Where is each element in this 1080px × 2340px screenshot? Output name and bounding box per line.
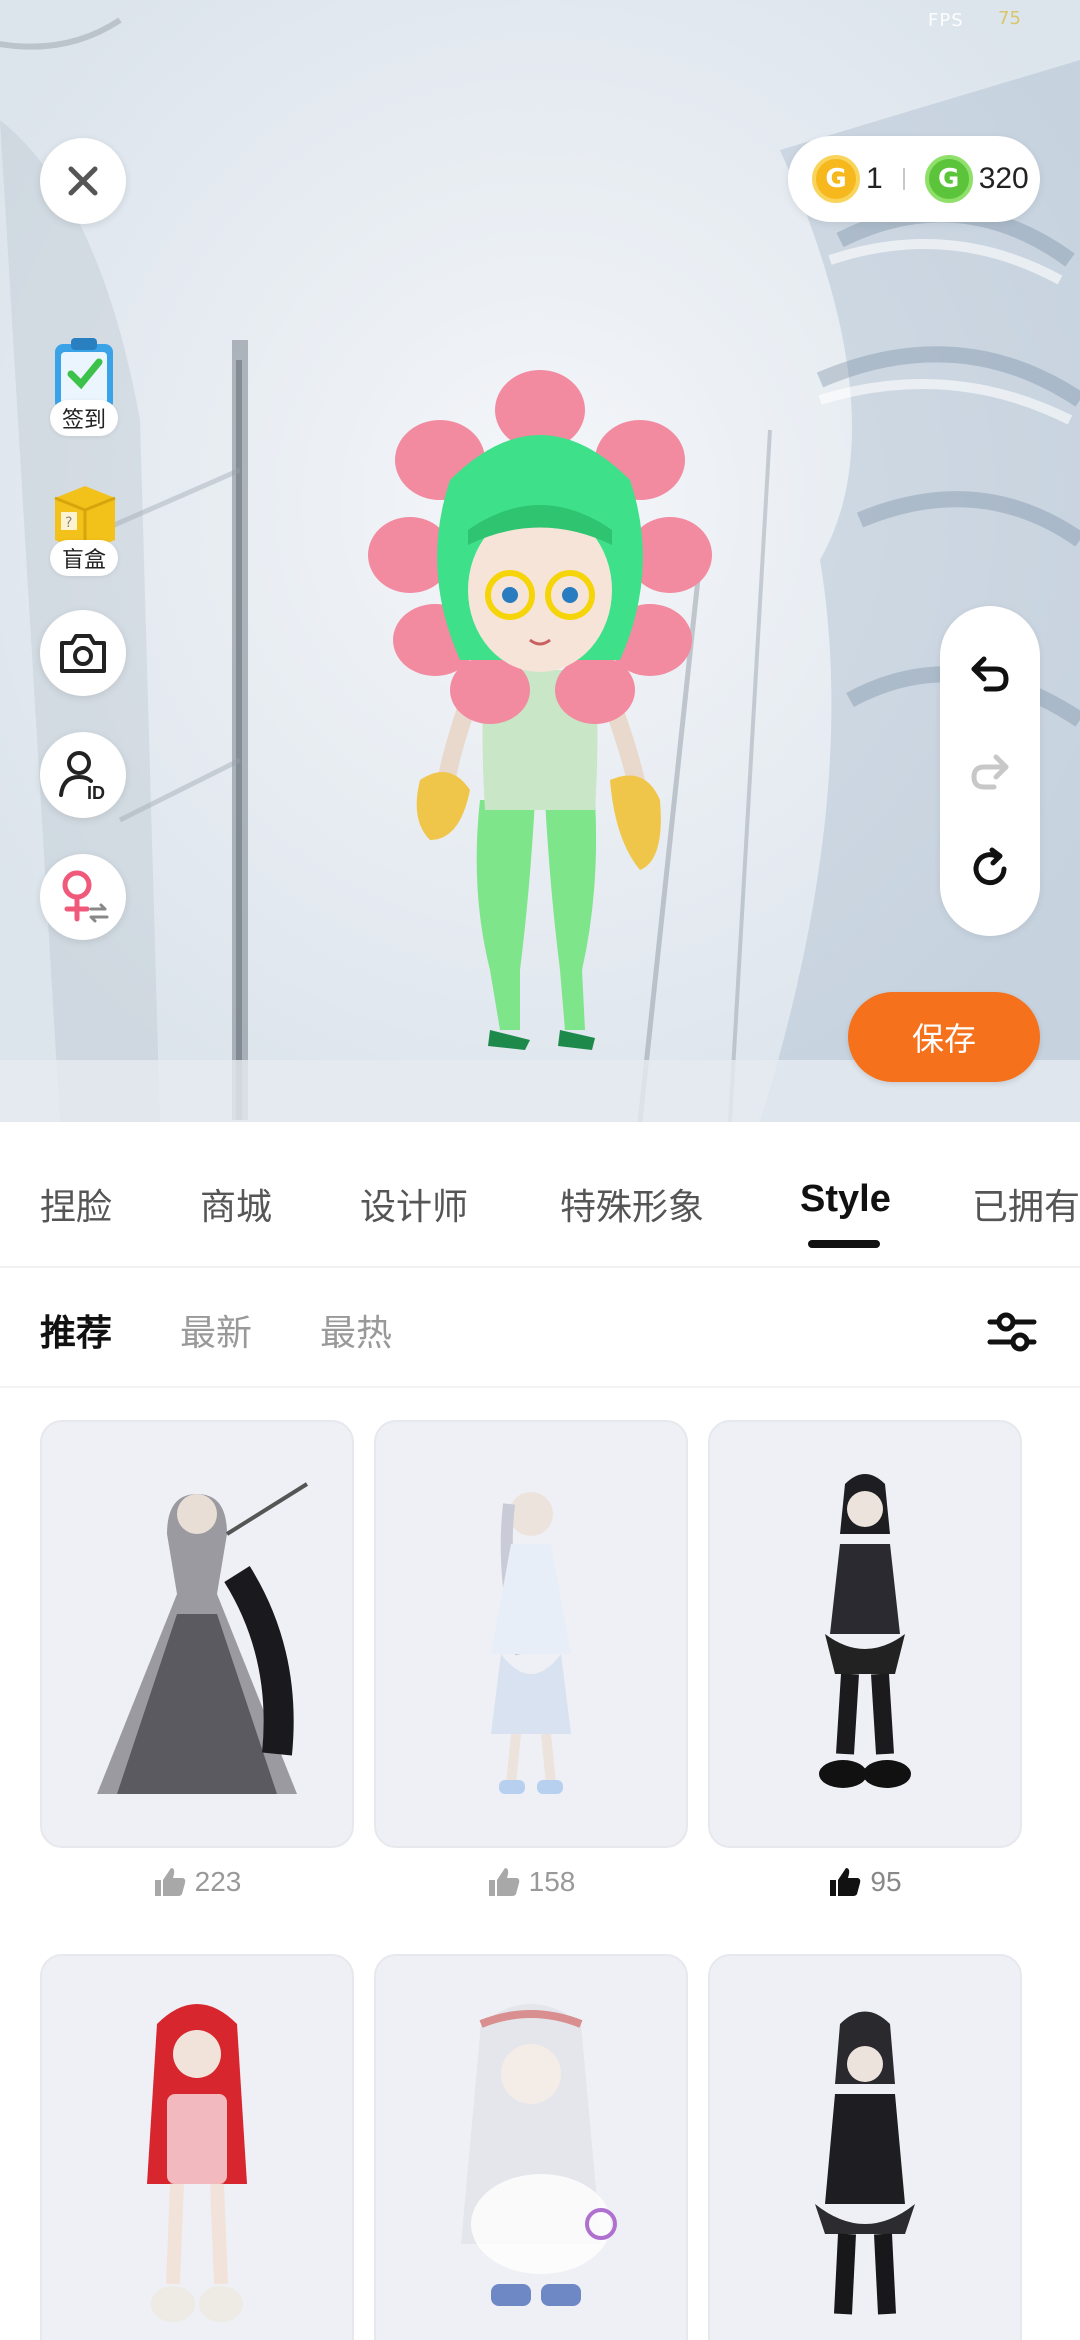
tab-owned[interactable]: 已拥有	[972, 1178, 1080, 1230]
outfit-card[interactable]	[374, 1420, 688, 1848]
outfit-thumbnail	[491, 1492, 571, 1794]
green-coin-icon: G	[924, 155, 973, 203]
close-icon	[68, 166, 98, 196]
sort-tabs: 推荐 最新 最热	[0, 1268, 1080, 1388]
outfit-thumbnail	[97, 1482, 309, 1794]
outfit-card[interactable]	[374, 1954, 688, 2340]
close-button[interactable]	[40, 138, 126, 224]
camera-button[interactable]	[40, 610, 126, 696]
undo-icon[interactable]	[968, 651, 1012, 695]
svg-text:ID: ID	[87, 783, 105, 801]
outfit-card[interactable]	[708, 1954, 1022, 2340]
outfit-card[interactable]	[708, 1420, 1022, 1848]
blindbox-button[interactable]: ? 盲盒	[38, 474, 130, 576]
like-count-value: 95	[870, 1866, 902, 1897]
thumbs-up-icon	[154, 1868, 185, 1896]
currency-balance[interactable]: G 1 G 320	[788, 136, 1040, 222]
avatar-scene: FPS 75 G 1 G 320 签到 ? 盲盒 ID 保存	[0, 0, 1080, 1122]
fps-value: 75	[998, 8, 1021, 29]
camera-icon	[60, 634, 106, 673]
fps-label: FPS	[928, 10, 964, 31]
gender-switch-button[interactable]	[40, 854, 126, 940]
female-switch-icon	[62, 870, 109, 923]
green-balance: 320	[978, 162, 1029, 195]
outfit-thumbnail	[147, 2004, 247, 2322]
edit-history-panel	[940, 606, 1040, 936]
outfit-thumbnail	[461, 2004, 617, 2306]
category-tabs: 捏脸 商城 设计师 特殊形象 Style 已拥有	[0, 1122, 1080, 1268]
filter-sliders-icon[interactable]	[984, 1304, 1040, 1360]
save-button[interactable]: 保存	[848, 992, 1040, 1082]
like-count[interactable]: 95	[708, 1866, 1022, 1898]
currency-divider	[902, 168, 905, 190]
checkin-button[interactable]: 签到	[38, 334, 130, 436]
tab-shop[interactable]: 商城	[200, 1178, 272, 1230]
like-count[interactable]: 223	[40, 1866, 354, 1898]
outfit-card[interactable]	[40, 1954, 354, 2340]
tab-designer[interactable]: 设计师	[360, 1178, 468, 1230]
outfit-thumbnail	[815, 2011, 915, 2315]
gold-balance: 1	[866, 162, 883, 195]
gold-coin-icon: G	[812, 155, 860, 203]
outfit-card[interactable]	[40, 1420, 354, 1848]
thumbs-up-icon	[488, 1868, 519, 1896]
subtab-hottest[interactable]: 最热	[320, 1304, 392, 1356]
subtab-newest[interactable]: 最新	[180, 1304, 252, 1356]
svg-text:?: ?	[65, 515, 72, 531]
profile-id-button[interactable]: ID	[40, 732, 126, 818]
redo-icon[interactable]	[968, 749, 1012, 793]
avatar-3d-preview	[368, 370, 712, 1050]
user-id-icon: ID	[59, 751, 105, 801]
tab-face[interactable]: 捏脸	[40, 1178, 112, 1230]
outfit-thumbnail	[819, 1474, 911, 1788]
active-tab-indicator	[808, 1240, 880, 1248]
tab-style[interactable]: Style	[800, 1178, 891, 1221]
like-count-value: 223	[194, 1866, 242, 1897]
subtab-recommended[interactable]: 推荐	[40, 1304, 112, 1356]
like-count[interactable]: 158	[374, 1866, 688, 1898]
blindbox-label: 盲盒	[49, 540, 118, 576]
thumbs-up-filled-icon	[830, 1868, 861, 1896]
reset-icon[interactable]	[968, 847, 1012, 891]
tab-special-avatar[interactable]: 特殊形象	[560, 1178, 704, 1230]
like-count-value: 158	[528, 1866, 576, 1897]
checkin-label: 签到	[49, 400, 118, 436]
